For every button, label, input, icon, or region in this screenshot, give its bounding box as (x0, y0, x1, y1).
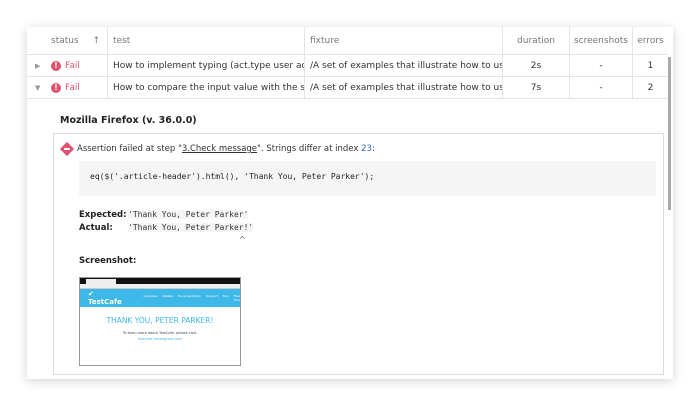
expected-value: 'Thank You, Peter Parker' (128, 210, 249, 219)
screenshot-label: Screenshot: (79, 256, 137, 266)
error-panel: Assertion failed at step "3.Check messag… (53, 133, 664, 375)
fixture-name: /A set of examples that illustrate how t… (305, 55, 503, 76)
status-text: Fail (65, 82, 80, 93)
header-duration[interactable]: duration (503, 27, 570, 54)
screenshot-thumbnail[interactable]: ✔ TestCafe Overview Details Documentation S… (79, 277, 241, 366)
header-test[interactable]: test (108, 27, 305, 54)
thumb-text: To learn more about TestCafe, please vis… (122, 331, 198, 335)
table-header: status ↑ test fixture duration screenshot… (27, 27, 668, 55)
status-badge: ! Fail (51, 60, 80, 71)
table-row[interactable]: ▶! Fail How to implement typing (act.type… (27, 55, 668, 77)
test-name: How to implement typing (act.type user a… (108, 55, 305, 76)
thumb-heading: THANK YOU, PETER PARKER! (106, 316, 214, 325)
screenshots: - (570, 55, 633, 76)
site-header: ✔ TestCafe Overview Details Documentation S… (80, 289, 240, 307)
error-icon: ! (51, 60, 61, 71)
header-status-label: status (51, 35, 79, 46)
expand-icon[interactable]: ▶ (35, 62, 51, 70)
fixture-name: /A set of examples that illustrate how t… (305, 77, 503, 98)
code-block: eq($('.article-header').html(), 'Thank Y… (79, 161, 656, 196)
scrollbar[interactable] (668, 57, 671, 210)
thumb-link: testcafe.devexpress.com (138, 337, 182, 341)
diff-caret: ^ (239, 235, 246, 244)
browser-name: Mozilla Firefox (v. 36.0.0) (60, 115, 197, 126)
actual-value: 'Thank You, Peter Parker!' (128, 223, 254, 232)
sort-arrow-icon[interactable]: ↑ (92, 36, 100, 46)
duration: 2s (503, 55, 570, 76)
assert-suffix: : (371, 144, 375, 154)
error-icon: ! (51, 82, 61, 93)
test-name: How to compare the input value with the … (108, 77, 305, 98)
assert-prefix: Assertion failed at step " (77, 144, 182, 154)
status-text: Fail (65, 60, 80, 71)
assertion-message: Assertion failed at step "3.Check messag… (59, 141, 375, 157)
assert-mid: ". Strings differ at index (257, 144, 362, 154)
errors: 1 (647, 60, 654, 71)
header-status[interactable]: status ↑ (27, 27, 108, 54)
actual-label: Actual: (79, 223, 113, 233)
error-diamond-icon (59, 141, 75, 157)
browser-tab (86, 279, 116, 284)
collapse-icon[interactable]: ▼ (35, 84, 51, 92)
testcafe-logo: ✔ TestCafe (88, 290, 122, 306)
errors: 2 (647, 82, 654, 93)
screenshots: - (570, 77, 633, 98)
header-screenshots[interactable]: screenshots (570, 27, 633, 54)
step-link[interactable]: 3.Check message (182, 144, 257, 154)
duration: 7s (503, 77, 570, 98)
header-errors[interactable]: errors (633, 27, 668, 54)
table-row[interactable]: ▼! Fail How to compare the input value wi… (27, 77, 668, 99)
site-nav: Overview Details Documentation Support Buy Fr… (143, 294, 240, 302)
report-card: status ↑ test fixture duration screenshot… (27, 27, 673, 379)
status-badge: ! Fail (51, 82, 80, 93)
diff-index: 23 (361, 144, 372, 154)
header-fixture[interactable]: fixture (305, 27, 503, 54)
expected-label: Expected: (79, 210, 127, 220)
